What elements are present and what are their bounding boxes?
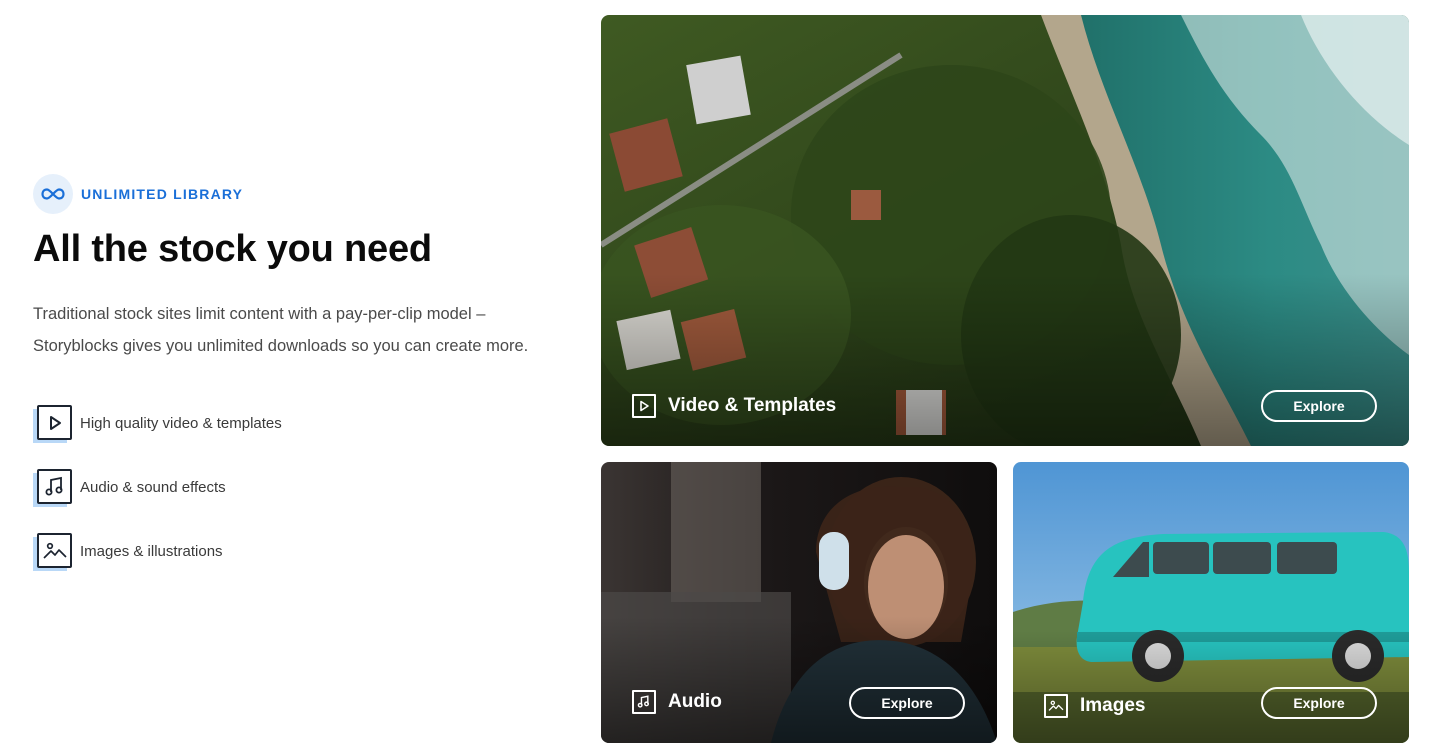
feature-label: Images & illustrations bbox=[80, 542, 223, 560]
music-note-icon bbox=[33, 467, 73, 507]
feature-label: High quality video & templates bbox=[80, 414, 282, 432]
aerial-coast-image bbox=[601, 15, 1409, 446]
video-card-label: Video & Templates bbox=[668, 395, 837, 416]
image-icon bbox=[1044, 694, 1068, 718]
eyebrow-label: UNLIMITED LIBRARY bbox=[81, 186, 244, 202]
images-card[interactable]: Images Explore bbox=[1013, 462, 1409, 743]
feature-item-audio: Audio & sound effects bbox=[33, 467, 553, 507]
audio-card-title: Audio bbox=[632, 690, 722, 714]
explore-video-button[interactable]: Explore bbox=[1261, 390, 1377, 422]
audio-card[interactable]: Audio Explore bbox=[601, 462, 997, 743]
play-icon bbox=[33, 403, 73, 443]
music-note-icon bbox=[632, 690, 656, 714]
play-icon bbox=[632, 394, 656, 418]
infinity-icon bbox=[33, 174, 73, 214]
audio-card-label: Audio bbox=[668, 691, 722, 712]
images-card-label: Images bbox=[1080, 695, 1146, 716]
images-card-title: Images bbox=[1044, 694, 1145, 718]
section-title: All the stock you need bbox=[33, 228, 432, 270]
eyebrow: UNLIMITED LIBRARY bbox=[33, 174, 553, 214]
feature-label: Audio & sound effects bbox=[80, 478, 226, 496]
section-description: Traditional stock sites limit content wi… bbox=[33, 305, 529, 355]
video-templates-card[interactable]: Video & Templates Explore bbox=[601, 15, 1409, 446]
explore-audio-button[interactable]: Explore bbox=[849, 687, 965, 719]
feature-item-images: Images & illustrations bbox=[33, 531, 553, 571]
intro-column: UNLIMITED LIBRARY All the stock you need… bbox=[33, 174, 553, 595]
feature-list: High quality video & templates Audio & s… bbox=[33, 403, 553, 571]
feature-item-video: High quality video & templates bbox=[33, 403, 553, 443]
explore-images-button[interactable]: Explore bbox=[1261, 687, 1377, 719]
image-icon bbox=[33, 531, 73, 571]
video-card-title: Video & Templates bbox=[632, 394, 836, 418]
stock-library-section: UNLIMITED LIBRARY All the stock you need… bbox=[0, 0, 1433, 753]
